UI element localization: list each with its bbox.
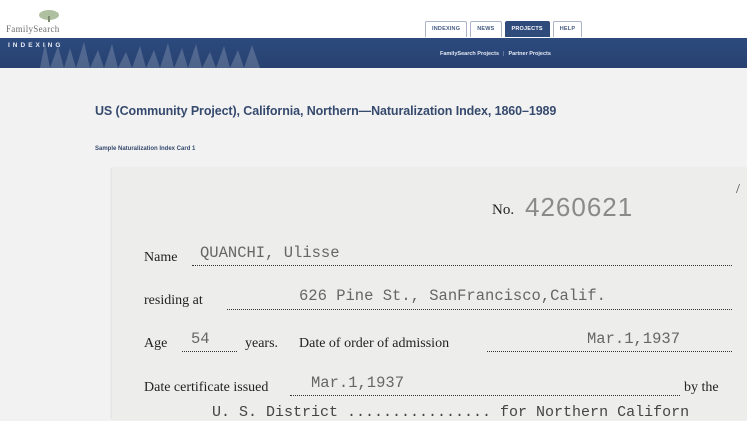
top-bar: FamilySearch INDEXING NEWS PROJECTS HELP — [0, 0, 747, 38]
partner-projects-link[interactable]: Partner Projects — [508, 51, 551, 57]
name-dotted-line — [192, 265, 732, 266]
subnav-separator: | — [503, 51, 505, 57]
certificate-dotted-line — [290, 395, 680, 396]
card-number-value: 4260621 — [525, 192, 634, 222]
tab-news[interactable]: NEWS — [470, 21, 502, 37]
residing-dotted-line — [227, 309, 732, 310]
residing-value: 626 Pine St., SanFrancisco,Calif. — [299, 287, 606, 305]
cut-off-line: U. S. District ................ for Nort… — [212, 404, 690, 421]
order-dotted-line — [487, 351, 732, 352]
main-nav-tabs: INDEXING NEWS PROJECTS HELP — [425, 21, 583, 38]
tab-projects[interactable]: PROJECTS — [504, 21, 550, 37]
order-date-label: Date of order of admission — [299, 336, 450, 351]
age-dotted-line — [182, 351, 237, 352]
familysearch-logo[interactable]: FamilySearch — [6, 10, 106, 36]
age-label: Age — [144, 336, 168, 351]
name-label: Name — [144, 250, 178, 265]
page-title: US (Community Project), California, Nort… — [95, 104, 557, 118]
certificate-date-label: Date certificate issued — [144, 380, 269, 395]
banner-grass-decoration — [40, 42, 260, 68]
indexing-label: INDEXING — [8, 42, 64, 49]
residing-label: residing at — [144, 293, 203, 308]
by-the-label: by the — [684, 380, 719, 395]
age-value: 54 — [191, 330, 210, 348]
familysearch-projects-link[interactable]: FamilySearch Projects — [440, 51, 499, 57]
sub-navigation: FamilySearch Projects | Partner Projects — [440, 51, 551, 57]
tab-help[interactable]: HELP — [552, 21, 583, 37]
indexing-banner: INDEXING FamilySearch Projects | Partner P… — [0, 38, 747, 68]
name-value: QUANCHI, Ulisse — [200, 244, 340, 262]
sample-index-card-image: / No. 4260621 Name QUANCHI, Ulisse resid… — [112, 168, 747, 421]
tab-indexing[interactable]: INDEXING — [425, 21, 468, 37]
years-label: years. — [245, 336, 279, 351]
order-date-value: Mar.1,1937 — [587, 330, 681, 348]
app-window: FamilySearch INDEXING NEWS PROJECTS HELP… — [0, 0, 747, 421]
certificate-date-value: Mar.1,1937 — [311, 374, 405, 392]
logo-text: FamilySearch — [6, 24, 60, 34]
card-corner-mark: / — [736, 182, 740, 197]
tree-logo-icon — [39, 10, 59, 22]
card-number-label: No. — [492, 202, 515, 218]
card-caption: Sample Naturalization Index Card 1 — [95, 146, 196, 152]
